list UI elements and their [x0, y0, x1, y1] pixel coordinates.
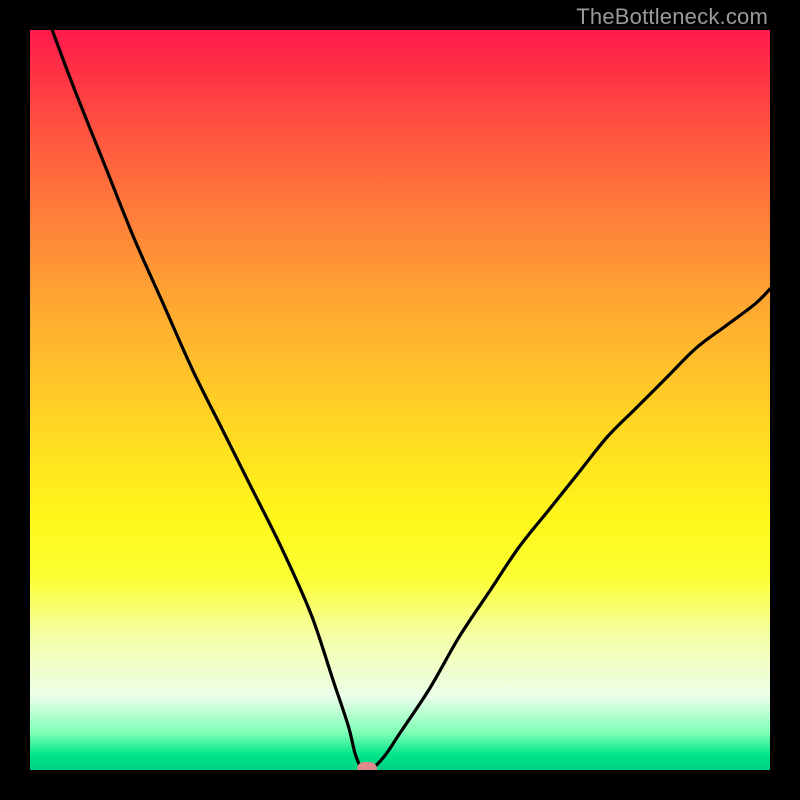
frame-bottom: [0, 770, 800, 800]
bottleneck-curve: [30, 30, 770, 770]
frame-left: [0, 0, 30, 800]
watermark-text: TheBottleneck.com: [576, 4, 768, 30]
frame-right: [770, 0, 800, 800]
plot-gradient-background: [30, 30, 770, 770]
